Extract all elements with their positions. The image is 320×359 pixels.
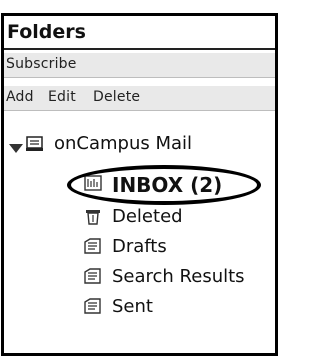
trash-icon	[86, 210, 100, 225]
sent-label: Sent	[112, 296, 153, 317]
mailbox-icon	[26, 136, 43, 151]
account-label: onCampus Mail	[54, 133, 193, 154]
search-results-label: Search Results	[112, 266, 245, 287]
expand-arrow-icon[interactable]	[9, 144, 23, 153]
drafts-label: Drafts	[112, 236, 167, 257]
drafts-icon	[84, 238, 101, 254]
highlight-circle	[67, 165, 261, 205]
search-results-icon	[84, 268, 101, 284]
deleted-label: Deleted	[112, 206, 183, 227]
folders-panel: Folders Subscribe Add Edit Delete onCamp…	[1, 13, 278, 356]
sent-icon	[84, 298, 101, 314]
